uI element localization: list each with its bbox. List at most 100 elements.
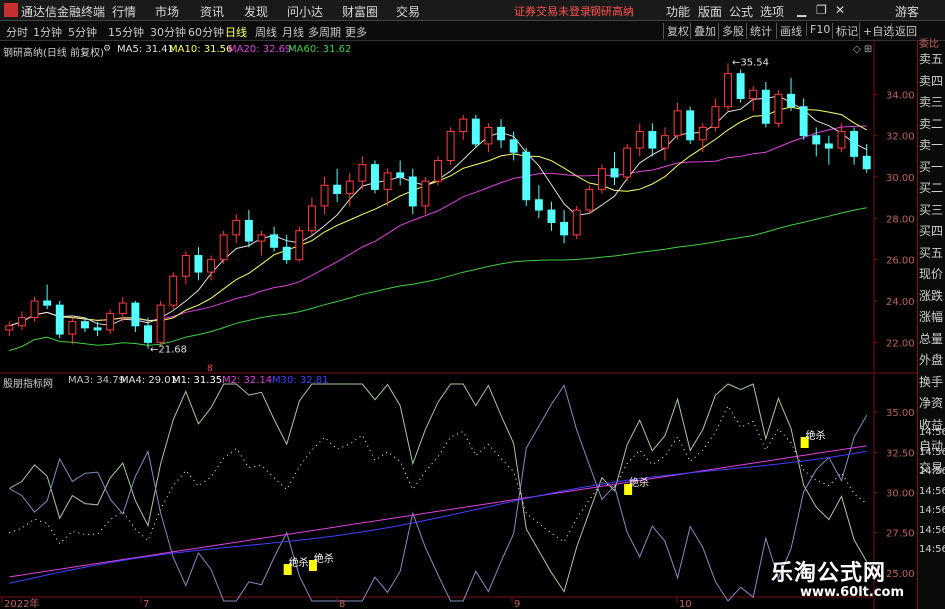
panel-item-9: 买五: [919, 245, 944, 260]
candle-body: [522, 151, 531, 201]
candle-body: [295, 230, 304, 261]
close-icon[interactable]: ✕: [835, 3, 845, 17]
candle-body: [673, 110, 682, 137]
panel-item-10: 现价: [919, 267, 944, 281]
ind-y-tick-label: 35.00: [886, 408, 915, 419]
candle-body: [106, 312, 115, 331]
y-tick-label: 30.00: [886, 173, 915, 184]
panel-time-5: 14:56: [919, 524, 945, 536]
panel-time-1: 14:56: [919, 446, 945, 458]
candle-body: [711, 106, 720, 128]
candle-body: [80, 321, 89, 329]
signal-label: 绝杀: [289, 556, 309, 569]
candle-body: [93, 327, 102, 331]
candle-body: [131, 302, 140, 327]
ind-m30-label: M30: 32.81: [272, 375, 329, 386]
ma5-label: MA5: 31.41: [117, 44, 175, 55]
candle-body: [534, 199, 543, 211]
candle-body: [383, 172, 392, 190]
tab-multi-period[interactable]: 多周期: [308, 24, 341, 40]
chart-options-icon[interactable]: ◇ ⊞: [853, 44, 872, 55]
ma10-line: [9, 106, 867, 327]
candle-body: [686, 110, 695, 141]
tab-daily[interactable]: 日线: [225, 24, 247, 40]
candle-body: [17, 317, 26, 327]
tab-15min[interactable]: 15分钟: [108, 24, 144, 40]
btn-tongji[interactable]: 统计: [746, 23, 772, 39]
ind-y-tick-label: 30.00: [886, 489, 915, 500]
menu-jiaoyi[interactable]: 交易: [396, 3, 420, 20]
panel-item-16: 净资: [919, 396, 944, 410]
panel-time-3: 14:56: [919, 485, 945, 497]
tab-30min[interactable]: 30分钟: [150, 24, 186, 40]
candle-body: [862, 155, 871, 170]
candle-body: [257, 234, 266, 242]
menu-bar: 通达信金融终端 行情 市场 资讯 发现 问小达 财富圈 交易 证券交易未登录 钢…: [0, 0, 945, 21]
panel-item-11: 涨跌: [919, 288, 944, 303]
x-tick-label: 7: [143, 599, 149, 609]
candle-body: [181, 255, 190, 277]
settings-icon[interactable]: ⚙: [103, 44, 111, 54]
panel-item-8: 买四: [919, 224, 944, 238]
ind-ma4-line: [9, 384, 868, 602]
menu-wenxiaoda[interactable]: 问小达: [287, 3, 323, 20]
chart-area[interactable]: 22.00 24.00 26.00 28.00 30.00 32.00 34.00 ←35.5…: [0, 41, 917, 609]
btn-huaxian[interactable]: 画线: [776, 23, 802, 39]
panel-time-2: 14:56: [919, 466, 945, 477]
minimize-icon[interactable]: ▁: [797, 3, 806, 17]
btn-biaoji[interactable]: 标记: [832, 23, 858, 39]
candle-body: [774, 93, 783, 124]
right-quote-panel: 委比 卖五 卖四 卖三 卖二 卖一 买一 买二 买三 买四 买五 现价 涨跌 涨幅 总量 外盘 换手 净资 收益自…: [917, 39, 945, 609]
menu-banmian[interactable]: 版面: [698, 3, 722, 20]
ind-ma4-label: MA4: 29.01: [120, 375, 178, 386]
candle-body: [55, 304, 64, 335]
x-tick-label: 8: [339, 599, 345, 609]
candle-body: [484, 126, 493, 145]
tab-60min[interactable]: 60分钟: [188, 24, 224, 40]
candle-body: [30, 300, 39, 319]
x-tick-label: 10: [679, 599, 692, 609]
menu-faxian[interactable]: 发现: [244, 3, 268, 20]
menu-xuanxiang[interactable]: 选项: [760, 3, 784, 20]
menu-shichang[interactable]: 市场: [155, 3, 179, 20]
panel-item-6: 买二: [919, 181, 944, 195]
btn-duogu[interactable]: 多股: [718, 23, 744, 39]
ind-m2-label: M2: 32.14: [222, 375, 273, 386]
candle-body: [459, 118, 468, 133]
tab-more[interactable]: 更多: [345, 24, 367, 40]
panel-item-13: 总量: [919, 331, 944, 346]
maximize-icon[interactable]: ❐: [816, 3, 827, 17]
candle-body: [471, 118, 480, 145]
menu-gongneng[interactable]: 功能: [666, 3, 690, 20]
btn-back[interactable]: 返回: [891, 23, 917, 39]
btn-f10[interactable]: F10: [806, 23, 830, 36]
btn-fuquan[interactable]: 复权: [663, 23, 689, 39]
y-tick-label: 32.00: [886, 132, 915, 143]
menu-hangqing[interactable]: 行情: [112, 3, 136, 20]
btn-diejia[interactable]: 叠加: [690, 23, 716, 39]
panel-item-1: 卖四: [919, 73, 944, 88]
menu-caifuquan[interactable]: 财富圈: [342, 3, 378, 20]
ind-m1-label: M1: 31.35: [172, 375, 223, 386]
tab-fenshi[interactable]: 分时: [6, 24, 28, 40]
candle-body: [824, 143, 833, 149]
candle-body: [572, 209, 581, 236]
candle-body: [799, 106, 808, 137]
tab-weekly[interactable]: 周线: [255, 24, 277, 40]
guest-label[interactable]: 游客: [895, 3, 919, 20]
panel-item-14: 外盘: [919, 353, 944, 367]
login-status[interactable]: 证券交易未登录: [514, 3, 591, 19]
candle-body: [5, 325, 14, 331]
menu-gongshi[interactable]: 公式: [729, 3, 753, 20]
tab-monthly[interactable]: 月线: [282, 24, 304, 40]
tab-5min[interactable]: 5分钟: [68, 24, 97, 40]
btn-add-favorite[interactable]: +自选: [859, 23, 894, 39]
ind-y-tick-label: 25.00: [886, 569, 915, 580]
candle-body: [635, 131, 644, 149]
tab-1min[interactable]: 1分钟: [33, 24, 62, 40]
menu-zixun[interactable]: 资讯: [200, 3, 224, 20]
candle-body: [244, 219, 253, 242]
candle-body: [660, 135, 669, 149]
candle-body: [320, 184, 329, 207]
candle-body: [169, 275, 178, 306]
